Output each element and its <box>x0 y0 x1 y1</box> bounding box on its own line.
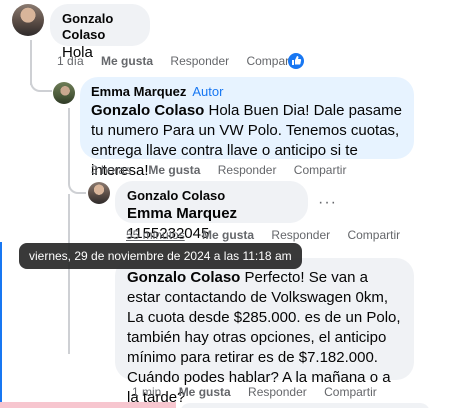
thread-connector <box>30 72 52 92</box>
thread-line <box>68 194 70 354</box>
comment-actions: 1 día Me gusta Responder Compartir <box>57 53 313 69</box>
bottom-highlight <box>0 402 176 408</box>
comment-time[interactable]: 55 minutos <box>126 228 185 242</box>
avatar[interactable] <box>88 182 110 204</box>
comment-author[interactable]: Gonzalo Colaso <box>62 11 138 43</box>
like-button[interactable]: Me gusta <box>101 54 153 68</box>
mention-link[interactable]: Emma Marquez <box>127 205 237 222</box>
thread-line <box>68 108 70 178</box>
comment-bubble: Gonzalo Colaso Hola <box>50 4 150 61</box>
comment-time[interactable]: 1 día <box>57 54 84 68</box>
comment-bubble: Emma Marquez Autor Gonzalo Colaso Hola Bu… <box>80 77 414 179</box>
reply-button[interactable]: Responder <box>170 54 229 68</box>
comment-time[interactable]: 1 min <box>132 385 161 399</box>
comment-thread: Gonzalo Colaso Hola 1 día Me gusta Respo… <box>0 0 464 408</box>
comment-actions: 3 horas Me gusta Responder Compartir <box>91 162 360 178</box>
thumbs-up-icon[interactable] <box>288 53 304 69</box>
mention-link[interactable]: Gonzalo Colaso <box>127 269 240 286</box>
timestamp-tooltip: viernes, 29 de noviembre de 2024 a las 1… <box>19 243 302 269</box>
mention-link[interactable]: Gonzalo Colaso <box>91 102 204 119</box>
thread-connector <box>68 176 86 194</box>
reply-button[interactable]: Responder <box>218 163 277 177</box>
comment-bubble: Gonzalo Colaso Perfecto! Se van a estar … <box>115 258 414 406</box>
like-button[interactable]: Me gusta <box>148 163 200 177</box>
reply-button[interactable]: Responder <box>271 228 330 242</box>
comment-bubble: Gonzalo Colaso Emma Marquez 1155232045 <box>115 181 308 242</box>
author-badge: Autor <box>192 84 224 99</box>
comment-actions: 55 minutos Me gusta Responder Compartir <box>126 227 414 243</box>
share-button[interactable]: Compartir <box>324 385 377 399</box>
comment-bubble <box>180 403 430 408</box>
reply-button[interactable]: Responder <box>248 385 307 399</box>
more-options-icon[interactable]: ··· <box>318 194 337 212</box>
avatar[interactable] <box>53 82 75 104</box>
comment-author[interactable]: Gonzalo Colaso <box>127 188 296 204</box>
author-name[interactable]: Emma Marquez <box>91 84 186 99</box>
new-comment-indicator <box>0 242 2 408</box>
share-button[interactable]: Compartir <box>347 228 400 242</box>
like-button[interactable]: Me gusta <box>202 228 254 242</box>
comment-author: Emma Marquez Autor <box>91 84 403 100</box>
avatar[interactable] <box>12 4 44 36</box>
comment-actions: 1 min Me gusta Responder Compartir <box>132 384 391 400</box>
share-button[interactable]: Compartir <box>294 163 347 177</box>
comment-time[interactable]: 3 horas <box>91 163 131 177</box>
like-button[interactable]: Me gusta <box>179 385 231 399</box>
